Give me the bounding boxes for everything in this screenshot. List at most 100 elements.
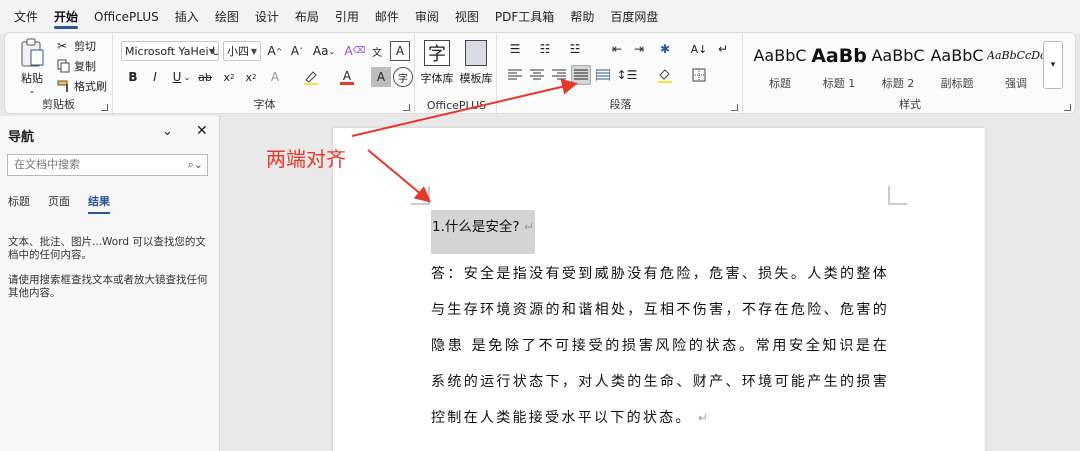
cut-button[interactable]: ✂ 剪切 (57, 36, 96, 56)
nav-tabs: 标题 页面 结果 (8, 193, 110, 214)
clipboard-group: 粘贴 ⌄ ✂ 剪切 复制 格式刷 剪贴板 (5, 33, 113, 115)
margin-corner-top-right (888, 186, 907, 205)
grow-font-icon[interactable]: A ^ (265, 41, 285, 61)
nav-search-placeholder: 在文档中搜索 (14, 158, 80, 171)
chevron-down-icon[interactable]: ⌄ (182, 67, 192, 87)
font-library-button[interactable]: 字 字体库 (419, 37, 455, 89)
nav-tab-2[interactable]: 结果 (88, 193, 110, 214)
align-right-icon[interactable] (549, 65, 569, 85)
paste-button[interactable]: 粘贴 ⌄ (11, 37, 53, 95)
character-shading-icon[interactable]: A (371, 67, 391, 87)
paragraph-launcher-icon[interactable] (731, 104, 738, 111)
justify-button[interactable] (571, 65, 591, 85)
chinese-layout-icon[interactable]: ✱ (655, 39, 675, 59)
template-library-icon (465, 40, 487, 66)
numbering-icon[interactable]: ☷ (535, 39, 555, 59)
doc-body-text: 答：安全是指没有受到威胁没有危险，危害、损失。人类的整体与生存环境资源的和谐相处… (431, 266, 889, 426)
menu-tab-6[interactable]: 布局 (287, 0, 327, 34)
margin-corner-top-left (411, 186, 430, 205)
clear-format-icon[interactable]: A ⌫ (345, 41, 366, 61)
menu-tab-4[interactable]: 绘图 (207, 0, 247, 34)
bullets-icon[interactable]: ☰ (505, 39, 525, 59)
font-color-icon[interactable]: A (337, 67, 357, 87)
nav-search-input[interactable]: 在文档中搜索 ⌕⌄ (7, 154, 208, 176)
font-launcher-icon[interactable] (403, 104, 410, 111)
menu-tab-2[interactable]: OfficePLUS (86, 0, 167, 34)
align-left-icon[interactable] (505, 65, 525, 85)
ribbon: 粘贴 ⌄ ✂ 剪切 复制 格式刷 剪贴板 Microsoft YaHei UI … (4, 32, 1076, 115)
enclose-character-icon[interactable]: 字 (393, 67, 413, 87)
phonetic-guide-icon[interactable]: 文 (367, 41, 387, 61)
highlighter-icon[interactable] (301, 67, 321, 87)
font-size-value: 小四 (227, 45, 249, 58)
shrink-font-icon[interactable]: Aˇ (287, 41, 307, 61)
menu-bar: 文件 开始 OfficePLUS 插入 绘图 设计 布局 引用 邮件 审阅 视图 PDF工具箱 帮助 百度… (0, 0, 1080, 34)
menu-tab-11[interactable]: PDF工具箱 (487, 0, 562, 34)
menu-tab-0[interactable]: 文件 (6, 0, 46, 34)
style-name: 标题 1 (822, 77, 856, 90)
menu-tab-12[interactable]: 帮助 (562, 0, 602, 34)
officeplus-group-label: OfficePLUS (426, 99, 487, 112)
font-group-label: 字体 (253, 98, 276, 111)
style-sample: AaBbC (930, 46, 984, 65)
distributed-icon[interactable] (593, 65, 613, 85)
nav-tab-0[interactable]: 标题 (8, 193, 30, 209)
annotation-label: 两端对齐 (266, 147, 346, 171)
menu-tab-13[interactable]: 百度网盘 (602, 0, 666, 34)
close-icon[interactable]: ✕ (196, 123, 208, 139)
navigation-pane: 导航 ⌄ ✕ 在文档中搜索 ⌕⌄ 标题 页面 结果 文本、批注、图片...Word … (0, 116, 220, 451)
doc-body-paragraph[interactable]: 答：安全是指没有受到威胁没有危险，危害、损失。人类的整体与生存环境资源的和谐相处… (431, 256, 889, 436)
strikethrough-icon[interactable]: ab (195, 67, 215, 87)
font-name-value: Microsoft YaHei UI (125, 44, 219, 58)
template-library-button[interactable]: 模板库 (457, 37, 495, 89)
menu-tab-5[interactable]: 设计 (247, 0, 287, 34)
menu-tab-3[interactable]: 插入 (167, 0, 207, 34)
font-library-icon: 字 (424, 40, 450, 66)
doc-heading[interactable]: 1.什么是安全? ↵ (431, 210, 535, 254)
chevron-down-icon[interactable]: ⌄ (162, 124, 173, 139)
align-center-icon[interactable] (527, 65, 547, 85)
clipboard-icon (21, 38, 44, 66)
shading-icon[interactable] (655, 65, 675, 85)
line-spacing-icon[interactable]: ↕☰ (617, 65, 638, 85)
font-name-select[interactable]: Microsoft YaHei UI ▼ (121, 41, 219, 61)
menu-tab-9[interactable]: 审阅 (407, 0, 447, 34)
menu-tab-7[interactable]: 引用 (327, 0, 367, 34)
style-item-2[interactable]: AaBbC 标题 2 (869, 41, 927, 101)
search-icon[interactable]: ⌕⌄ (188, 155, 203, 175)
style-name: 标题 (769, 77, 791, 90)
increase-indent-icon[interactable]: ⇥ (629, 39, 649, 59)
multilevel-list-icon[interactable]: ☳ (565, 39, 585, 59)
style-name: 强调 (1005, 77, 1027, 90)
superscript-icon[interactable]: x2 (241, 67, 261, 87)
styles-launcher-icon[interactable] (1064, 104, 1071, 111)
sort-icon[interactable]: A↓ (689, 39, 709, 59)
font-size-select[interactable]: 小四 ▼ (223, 41, 261, 61)
chevron-down-icon: ▼ (208, 47, 215, 56)
character-border-icon[interactable]: A (390, 41, 410, 61)
style-item-3[interactable]: AaBbC 副标题 (928, 41, 986, 101)
format-painter-button[interactable]: 格式刷 (57, 76, 107, 96)
nav-tab-1[interactable]: 页面 (48, 193, 70, 209)
borders-icon[interactable] (689, 65, 709, 85)
chevron-down-icon: ▾ (1050, 60, 1056, 70)
change-case-icon[interactable]: Aa ⌄ (311, 41, 337, 61)
style-item-0[interactable]: AaBbC 标题 (751, 41, 809, 101)
bold-icon[interactable]: B (123, 67, 143, 87)
clipboard-launcher-icon[interactable] (101, 104, 108, 111)
italic-icon[interactable]: I (145, 67, 165, 87)
menu-tab-10[interactable]: 视图 (447, 0, 487, 34)
show-marks-icon[interactable]: ↵ (713, 39, 733, 59)
text-effects-icon[interactable]: A (265, 67, 285, 87)
styles-gallery-expand-button[interactable]: ▾ (1043, 41, 1063, 89)
justify-icon (574, 69, 588, 80)
document-page[interactable]: 1.什么是安全? ↵ 答：安全是指没有受到威胁没有危险，危害、损失。人类的整体与… (333, 128, 985, 451)
subscript-icon[interactable]: x2 (219, 67, 239, 87)
copy-button[interactable]: 复制 (57, 56, 96, 76)
style-item-1[interactable]: AaBb 标题 1 (810, 41, 868, 101)
style-item-4[interactable]: AaBbCcDc 强调 (987, 41, 1045, 101)
menu-tab-1[interactable]: 开始 (46, 0, 86, 34)
menu-tab-8[interactable]: 邮件 (367, 0, 407, 34)
decrease-indent-icon[interactable]: ⇤ (607, 39, 627, 59)
cut-label: 剪切 (74, 40, 96, 53)
